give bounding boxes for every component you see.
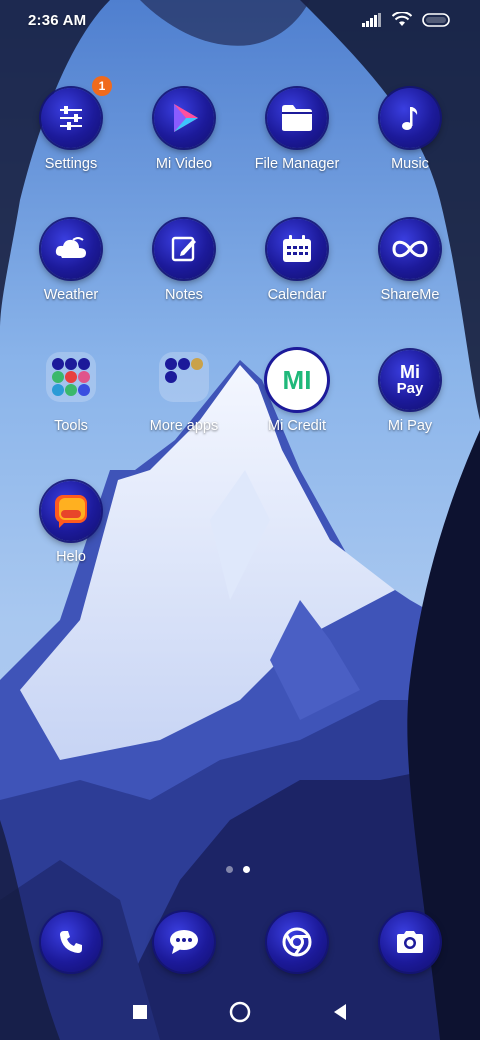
folder-icon — [282, 105, 312, 131]
folder-more-icon — [159, 352, 209, 402]
helo-icon — [55, 495, 87, 528]
app-label: Mi Video — [155, 156, 213, 172]
folder-tools[interactable]: Tools — [15, 346, 127, 466]
sliders-icon — [60, 106, 82, 130]
helo-app-icon — [41, 481, 101, 541]
folder-tools-icon — [46, 352, 96, 402]
wifi-icon — [392, 12, 412, 26]
mi-credit-logo-text: MI — [282, 364, 312, 395]
page-dot-1[interactable] — [226, 866, 233, 873]
app-mi-credit[interactable]: MI Mi Credit — [241, 346, 353, 466]
file-manager-app-icon — [267, 88, 327, 148]
shareme-app-icon — [380, 219, 440, 279]
mi-pay-logo-text: Mi — [400, 362, 420, 382]
app-label: Helo — [56, 549, 86, 565]
app-label: ShareMe — [380, 287, 440, 303]
app-notes[interactable]: Notes — [128, 215, 240, 335]
calendar-app-icon — [267, 219, 327, 279]
mi-video-app-icon — [154, 88, 214, 148]
app-label: Mi Credit — [267, 418, 326, 434]
page-indicator — [226, 866, 250, 873]
app-settings[interactable]: Settings — [15, 84, 127, 204]
music-note-icon — [402, 107, 418, 130]
app-label: File Manager — [254, 156, 340, 172]
camera-icon — [380, 912, 440, 972]
folder-more-apps[interactable]: More apps — [128, 346, 240, 466]
music-app-icon — [380, 88, 440, 148]
play-icon — [174, 104, 198, 132]
app-music[interactable]: Music — [354, 84, 466, 204]
app-label: Calendar — [267, 287, 327, 303]
chat-icon — [154, 912, 214, 972]
weather-app-icon — [41, 219, 101, 279]
app-label: More apps — [149, 418, 219, 434]
phone-icon — [41, 912, 101, 972]
status-time: 2:36 AM — [28, 12, 87, 29]
signal-icon — [362, 12, 381, 27]
app-label: Tools — [54, 418, 88, 434]
cloud-icon — [55, 237, 86, 258]
app-shareme[interactable]: ShareMe — [354, 215, 466, 335]
home-icon — [229, 1001, 251, 1023]
app-file-manager[interactable]: File Manager — [241, 84, 353, 204]
app-label: Weather — [43, 287, 99, 303]
app-label: Settings — [44, 156, 98, 172]
back-button[interactable] — [326, 998, 354, 1026]
app-calendar[interactable]: Calendar — [241, 215, 353, 335]
navigation-bar — [0, 990, 480, 1034]
mi-pay-logo-subtext: Pay — [396, 380, 424, 397]
pencil-icon — [171, 236, 196, 262]
mi-credit-icon: MI — [267, 350, 327, 410]
page-dot-2-active[interactable] — [243, 866, 250, 873]
notification-badge: 1 — [92, 76, 112, 96]
settings-app-icon — [41, 88, 101, 148]
app-weather[interactable]: Weather — [15, 215, 127, 335]
app-mi-pay[interactable]: Mi Pay Mi Pay — [354, 346, 466, 466]
app-mi-video[interactable]: Mi Video — [128, 84, 240, 204]
chrome-icon — [267, 912, 327, 972]
app-helo[interactable]: Helo — [15, 477, 127, 597]
app-label: Music — [391, 156, 429, 172]
recents-icon — [133, 1005, 147, 1019]
home-button[interactable] — [226, 998, 254, 1026]
app-label: Notes — [165, 287, 203, 303]
mi-pay-icon: Mi Pay — [380, 350, 440, 410]
app-label: Mi Pay — [387, 418, 433, 434]
calendar-icon — [283, 235, 311, 262]
recents-button[interactable] — [126, 998, 154, 1026]
notes-app-icon — [154, 219, 214, 279]
status-bar: 2:36 AM — [0, 0, 480, 44]
battery-icon — [422, 12, 450, 27]
infinity-icon — [392, 240, 428, 258]
back-icon — [334, 1004, 346, 1020]
